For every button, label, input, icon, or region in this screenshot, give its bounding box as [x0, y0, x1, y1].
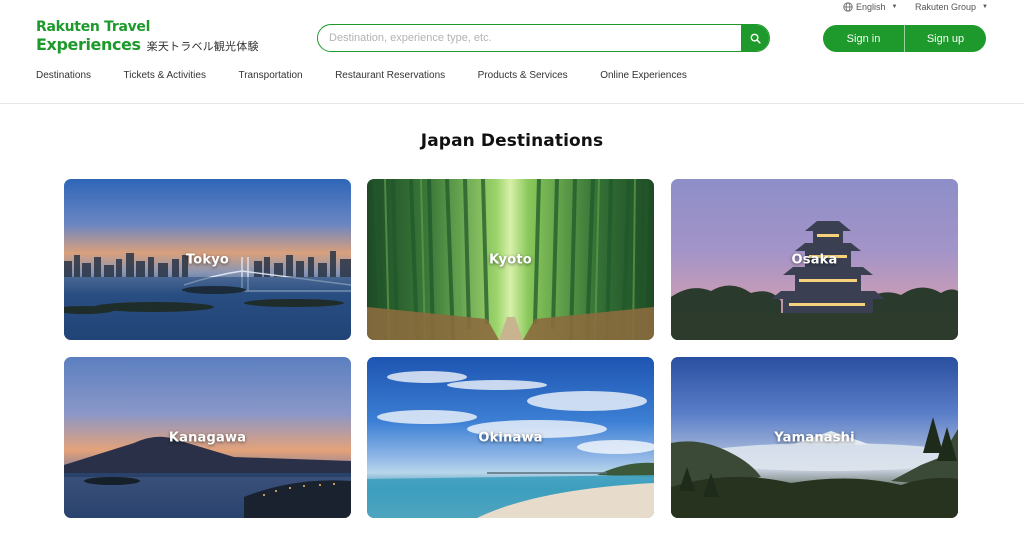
destination-card-okinawa[interactable]: Okinawa: [367, 357, 654, 518]
page-title: Japan Destinations: [420, 131, 604, 151]
sign-up-button[interactable]: Sign up: [905, 25, 986, 52]
sign-in-button[interactable]: Sign in: [823, 25, 904, 52]
rakuten-group-menu[interactable]: Rakuten Group ▼: [915, 2, 988, 12]
logo-text-japanese: 楽天トラベル観光体験: [146, 40, 259, 53]
auth-buttons: Sign in Sign up: [823, 25, 986, 52]
nav-item-tickets-activities[interactable]: Tickets & Activities: [124, 70, 206, 81]
chevron-down-icon: ▼: [982, 4, 988, 10]
logo-text-line2: Experiences: [36, 35, 141, 54]
main-nav: Destinations Tickets & Activities Transp…: [36, 70, 719, 81]
destination-label: Kanagawa: [168, 430, 247, 445]
destination-card-osaka[interactable]: Osaka: [671, 179, 958, 340]
destination-label: Tokyo: [185, 252, 230, 267]
globe-icon: [843, 2, 853, 12]
destination-label: Osaka: [791, 252, 838, 267]
language-selector[interactable]: English ▼: [843, 2, 897, 12]
chevron-down-icon: ▼: [891, 4, 898, 10]
destination-card-kanagawa[interactable]: Kanagawa: [64, 357, 351, 518]
search-input[interactable]: [318, 25, 741, 51]
search-icon: [750, 33, 761, 44]
destination-card-yamanashi[interactable]: Yamanashi: [671, 357, 958, 518]
destination-label: Kyoto: [489, 252, 532, 267]
nav-item-restaurant-reservations[interactable]: Restaurant Reservations: [335, 70, 445, 81]
destination-label: Okinawa: [478, 430, 543, 445]
rakuten-travel-experiences-logo[interactable]: Rakuten Travel Experiences 楽天トラベル観光体験: [36, 19, 259, 54]
destination-card-kyoto[interactable]: Kyoto: [367, 179, 654, 340]
destination-card-tokyo[interactable]: Tokyo: [64, 179, 351, 340]
nav-item-destinations[interactable]: Destinations: [36, 70, 91, 81]
search-button[interactable]: [741, 25, 769, 51]
site-header: Rakuten Travel Experiences 楽天トラベル観光体験 En…: [0, 0, 1024, 104]
nav-item-transportation[interactable]: Transportation: [238, 70, 302, 81]
rakuten-group-label: Rakuten Group: [915, 2, 977, 12]
logo-text-line1: Rakuten Travel: [36, 19, 151, 35]
language-label: English: [856, 2, 886, 12]
nav-item-online-experiences[interactable]: Online Experiences: [600, 70, 687, 81]
destination-label: Yamanashi: [774, 430, 855, 445]
search-bar: [317, 24, 770, 52]
nav-item-products-services[interactable]: Products & Services: [478, 70, 568, 81]
